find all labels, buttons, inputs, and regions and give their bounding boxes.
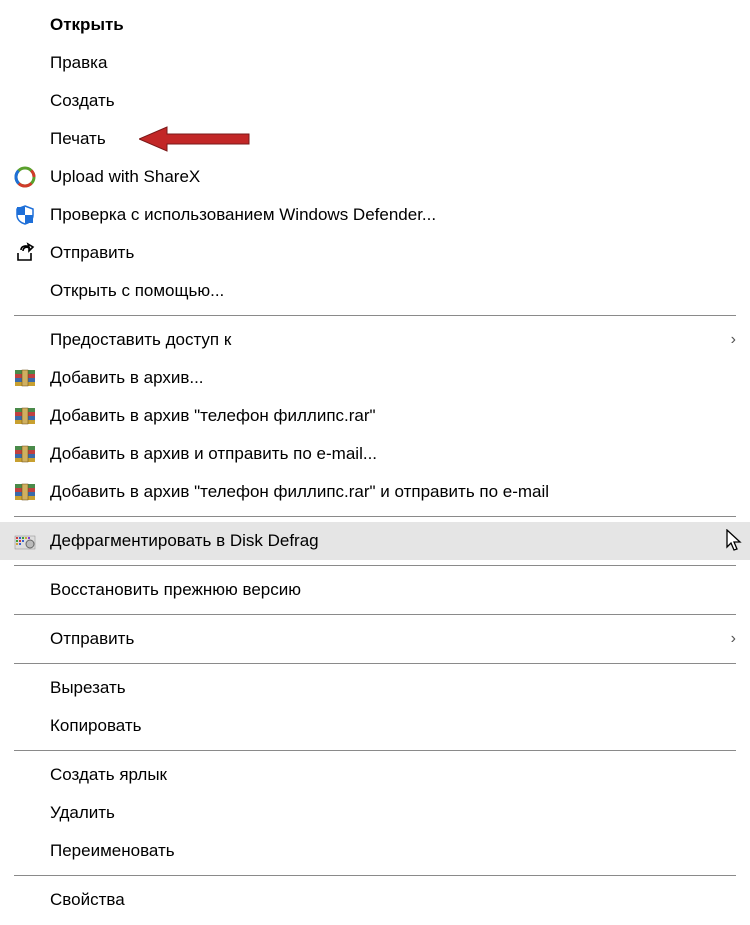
menu-item[interactable]: Проверка с использованием Windows Defend…	[0, 196, 750, 234]
menu-item[interactable]: Печать	[0, 120, 750, 158]
chevron-right-icon: ›	[716, 331, 736, 349]
menu-item[interactable]: Создать ярлык	[0, 756, 750, 794]
menu-item[interactable]: Копировать	[0, 707, 750, 745]
menu-item-label: Создать ярлык	[50, 765, 736, 785]
chevron-right-icon: ›	[716, 630, 736, 648]
menu-item-label: Отправить	[50, 629, 716, 649]
winrar-icon	[14, 443, 50, 465]
menu-item[interactable]: Дефрагментировать в Disk Defrag	[0, 522, 750, 560]
menu-item-label: Создать	[50, 91, 736, 111]
winrar-icon	[14, 405, 50, 427]
menu-item-label: Добавить в архив и отправить по e-mail..…	[50, 444, 736, 464]
menu-item[interactable]: Добавить в архив и отправить по e-mail..…	[0, 435, 750, 473]
menu-item-label: Восстановить прежнюю версию	[50, 580, 736, 600]
menu-item-label: Удалить	[50, 803, 736, 823]
menu-separator	[14, 663, 736, 664]
menu-item[interactable]: Правка	[0, 44, 750, 82]
menu-item[interactable]: Отправить	[0, 234, 750, 272]
menu-separator	[14, 750, 736, 751]
menu-item[interactable]: Создать	[0, 82, 750, 120]
menu-item-label: Upload with ShareX	[50, 167, 736, 187]
menu-item[interactable]: Вырезать	[0, 669, 750, 707]
menu-item[interactable]: Предоставить доступ к›	[0, 321, 750, 359]
menu-separator	[14, 315, 736, 316]
menu-item-label: Проверка с использованием Windows Defend…	[50, 205, 736, 225]
menu-item-label: Отправить	[50, 243, 736, 263]
menu-item[interactable]: Свойства	[0, 881, 750, 919]
menu-item-label: Переименовать	[50, 841, 736, 861]
menu-separator	[14, 875, 736, 876]
menu-item-label: Предоставить доступ к	[50, 330, 716, 350]
menu-item-label: Вырезать	[50, 678, 736, 698]
share-out-icon	[14, 242, 50, 264]
defender-icon	[14, 204, 50, 226]
menu-item[interactable]: Добавить в архив "телефон филлипс.rar"	[0, 397, 750, 435]
menu-item-label: Свойства	[50, 890, 736, 910]
menu-item-label: Дефрагментировать в Disk Defrag	[50, 531, 736, 551]
defrag-icon	[14, 530, 50, 552]
menu-item-label: Добавить в архив "телефон филлипс.rar" и…	[50, 482, 736, 502]
menu-item[interactable]: Upload with ShareX	[0, 158, 750, 196]
menu-item-label: Правка	[50, 53, 736, 73]
menu-separator	[14, 516, 736, 517]
context-menu: Открыть Правка Создать Печать Upload with Sh…	[0, 0, 750, 925]
sharex-icon	[14, 166, 50, 188]
menu-item[interactable]: Открыть с помощью...	[0, 272, 750, 310]
winrar-icon	[14, 481, 50, 503]
menu-item[interactable]: Отправить›	[0, 620, 750, 658]
menu-separator	[14, 565, 736, 566]
menu-item[interactable]: Удалить	[0, 794, 750, 832]
menu-item[interactable]: Добавить в архив...	[0, 359, 750, 397]
winrar-icon	[14, 367, 50, 389]
menu-item-label: Открыть	[50, 15, 736, 35]
menu-item-label: Открыть с помощью...	[50, 281, 736, 301]
menu-item[interactable]: Добавить в архив "телефон филлипс.rar" и…	[0, 473, 750, 511]
menu-item[interactable]: Открыть	[0, 6, 750, 44]
menu-item-label: Печать	[50, 129, 736, 149]
menu-item-label: Добавить в архив...	[50, 368, 736, 388]
menu-separator	[14, 614, 736, 615]
menu-item-label: Добавить в архив "телефон филлипс.rar"	[50, 406, 736, 426]
menu-item-label: Копировать	[50, 716, 736, 736]
menu-item[interactable]: Восстановить прежнюю версию	[0, 571, 750, 609]
menu-item[interactable]: Переименовать	[0, 832, 750, 870]
